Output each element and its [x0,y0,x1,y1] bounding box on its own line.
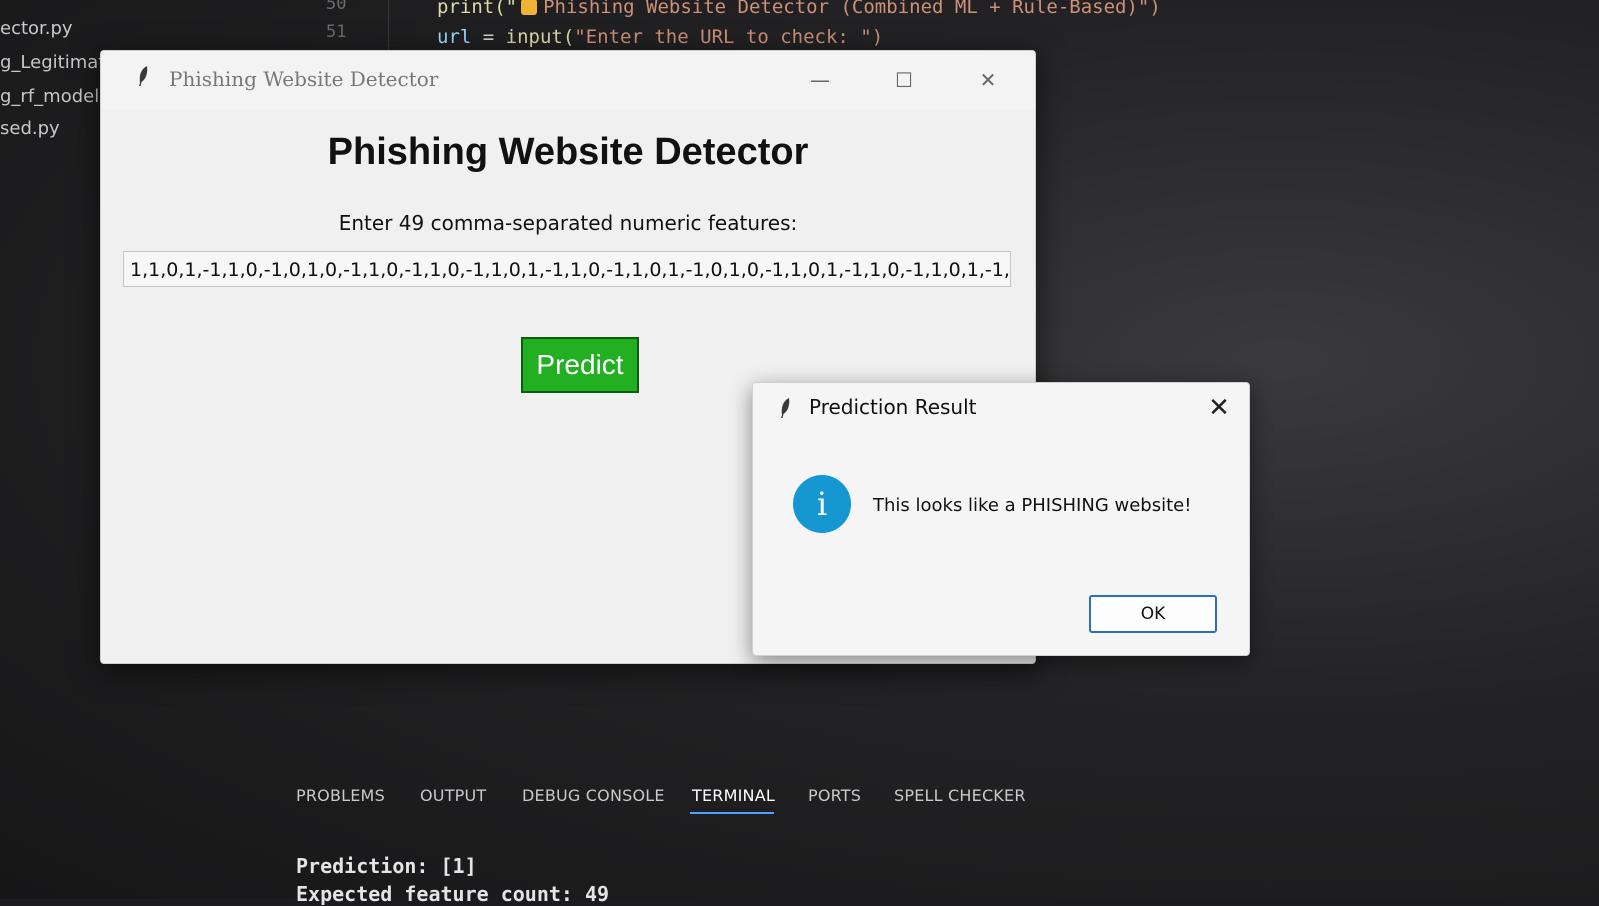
maximize-button[interactable]: ☐ [893,69,915,91]
code-variable: url [437,26,472,48]
tab-terminal[interactable]: TERMINAL [692,786,775,805]
lock-icon [521,0,538,15]
features-input[interactable]: 1,1,0,1,-1,1,0,-1,0,1,0,-1,1,0,-1,1,0,-1… [123,251,1011,287]
tab-output[interactable]: OUTPUT [420,786,486,805]
dialog-message: This looks like a PHISHING website! [873,495,1192,516]
code-function: print(" [437,0,518,18]
line-number: 50 [326,0,347,14]
code-operator: = [471,26,506,48]
code-string: "Enter the URL to check: ") [574,26,884,48]
features-label: Enter 49 comma-separated numeric feature… [338,211,798,235]
panel-tab-bar: PROBLEMS OUTPUT DEBUG CONSOLE TERMINAL P… [270,780,1599,824]
dialog-title: Prediction Result [809,395,977,419]
ok-button[interactable]: OK [1089,595,1217,633]
terminal-line: Expected feature count: 49 [296,882,610,906]
prediction-result-dialog: Prediction Result ✕ i This looks like a … [752,382,1250,656]
tab-problems[interactable]: PROBLEMS [296,786,385,805]
minimize-button[interactable]: — [809,69,831,91]
active-tab-indicator [690,812,774,814]
predict-button[interactable]: Predict [521,337,639,393]
tab-ports[interactable]: PORTS [808,786,861,805]
line-number: 51 [326,22,347,42]
title-bar[interactable]: Phishing Website Detector — ☐ ✕ [101,51,1035,109]
tab-debug-console[interactable]: DEBUG CONSOLE [522,786,665,805]
code-line-51[interactable]: url = input("Enter the URL to check: ") [437,26,883,48]
dialog-close-button[interactable]: ✕ [1205,393,1233,423]
code-function: input( [505,26,575,48]
page-title: Phishing Website Detector [327,131,809,173]
window-title: Phishing Website Detector [169,67,439,91]
feather-icon [139,66,148,86]
feather-icon [781,398,790,418]
code-string: Phishing Website Detector (Combined ML +… [543,0,1161,18]
explorer-file[interactable]: ector.py [0,18,118,39]
terminal-line: Prediction: [1] [296,854,477,878]
close-button[interactable]: ✕ [977,69,999,91]
info-icon: i [793,475,851,533]
tab-spell-checker[interactable]: SPELL CHECKER [894,786,1026,805]
code-line-50[interactable]: print(" Phishing Website Detector (Combin… [437,0,1161,18]
